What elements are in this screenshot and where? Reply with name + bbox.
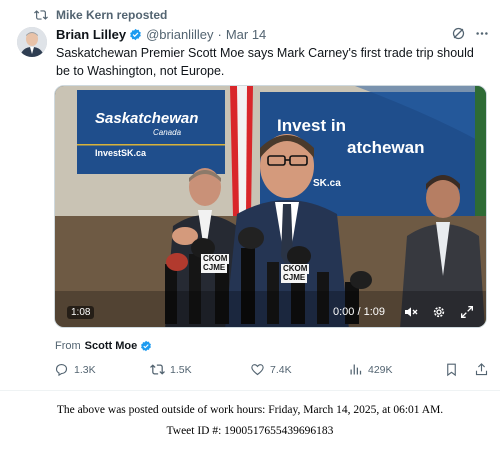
reply-button[interactable]: 1.3K: [54, 362, 96, 377]
like-button[interactable]: 7.4K: [250, 362, 292, 377]
bookmark-icon: [444, 362, 459, 377]
reply-icon: [54, 362, 69, 377]
reply-count: 1.3K: [74, 363, 96, 376]
repost-indicator[interactable]: Mike Kern reposted: [34, 7, 167, 23]
video-sign-url: InvestSK.ca: [95, 148, 147, 158]
video-sign-title: Saskatchewan: [95, 110, 199, 127]
video-source: From Scott Moe: [55, 339, 152, 353]
divider: [0, 390, 500, 391]
author-avatar[interactable]: [17, 27, 47, 57]
share-button[interactable]: [474, 362, 494, 377]
source-name[interactable]: Scott Moe: [85, 340, 138, 352]
verified-badge-icon: [140, 340, 152, 352]
repost-text: Mike Kern reposted: [56, 8, 168, 22]
views-count: 429K: [368, 363, 393, 376]
bookmark-button[interactable]: [444, 362, 464, 377]
post-date[interactable]: Mar 14: [226, 27, 266, 42]
video-player[interactable]: Saskatchewan Canada InvestSK.ca Invest i…: [54, 85, 487, 328]
settings-gear-icon[interactable]: [431, 304, 447, 320]
repost-icon: [150, 362, 165, 377]
share-icon: [474, 362, 489, 377]
fullscreen-icon[interactable]: [459, 304, 475, 320]
video-elapsed-badge: 1:08: [67, 306, 95, 319]
action-bar: 1.3K 1.5K 7.4K 429K: [54, 362, 490, 380]
video-banner-line2: atchewan: [347, 138, 425, 157]
mic-label: CJME: [281, 273, 308, 283]
header-separator: ·: [217, 26, 222, 42]
verified-badge-icon: [129, 28, 142, 41]
repost-count: 1.5K: [170, 363, 192, 376]
more-options-icon[interactable]: [474, 26, 490, 41]
video-banner-line1: Invest in: [277, 116, 346, 135]
tweet-header: Brian Lilley @brianlilley · Mar 14: [56, 26, 490, 42]
author-name[interactable]: Brian Lilley: [56, 27, 126, 42]
tweet-text: Saskatchewan Premier Scott Moe says Mark…: [56, 46, 474, 78]
author-handle[interactable]: @brianlilley: [146, 27, 213, 42]
video-banner-url: SK.ca: [313, 178, 341, 189]
views-chart-icon: [348, 362, 363, 377]
repost-button[interactable]: 1.5K: [150, 362, 192, 377]
mic-label: CJME: [201, 263, 228, 273]
mute-icon[interactable]: [403, 304, 419, 320]
views-button[interactable]: 429K: [348, 362, 393, 377]
like-count: 7.4K: [270, 363, 292, 376]
grok-icon[interactable]: [451, 26, 466, 41]
repost-icon: [34, 8, 48, 22]
video-sign-subtitle: Canada: [153, 128, 182, 137]
posted-hours-note: The above was posted outside of work hou…: [56, 404, 444, 416]
source-prefix: From: [55, 340, 81, 352]
tweet-id-note: Tweet ID #: 1900517655439696183: [166, 425, 334, 437]
heart-icon: [250, 362, 265, 377]
video-playback-time: 0:00 / 1:09: [333, 306, 385, 318]
